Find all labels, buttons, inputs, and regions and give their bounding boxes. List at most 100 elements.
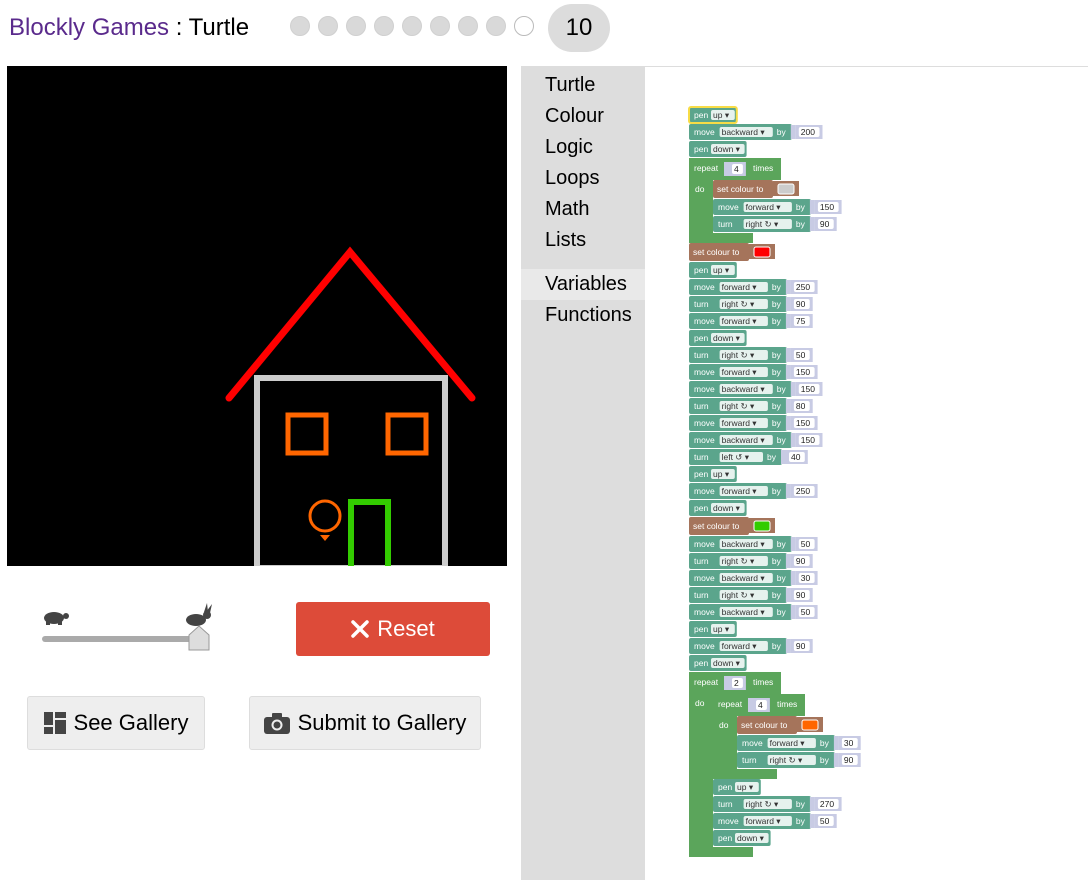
number-value: 50 <box>820 816 830 826</box>
block-workspace[interactable]: pen up ▾ move backward ▾ by 200 pen down ▾ repea… <box>645 66 1088 880</box>
number-value: 4 <box>758 700 763 710</box>
level-dot[interactable] <box>290 16 310 36</box>
pen-label: pen <box>718 782 732 792</box>
category-logic[interactable]: Logic <box>521 132 645 163</box>
number-value: 250 <box>796 486 810 496</box>
move-by-label: by <box>772 282 782 292</box>
category-math[interactable]: Math <box>521 194 645 225</box>
move-by-label: by <box>772 316 782 326</box>
move-label: move <box>694 384 715 394</box>
door <box>348 499 391 566</box>
number-value: 50 <box>801 539 811 549</box>
move-dropdown-label: forward ▾ <box>722 367 758 377</box>
see-gallery-button[interactable]: See Gallery <box>27 696 205 750</box>
level-dot[interactable] <box>402 16 422 36</box>
current-level-badge[interactable]: 10 <box>548 4 610 52</box>
title-separator: : <box>169 14 189 41</box>
level-selector: 10 <box>290 4 620 56</box>
pen-dropdown-label: up ▾ <box>737 782 754 792</box>
colour-swatch[interactable] <box>753 246 771 258</box>
pen-dropdown-label: up ▾ <box>713 265 730 275</box>
move-label: move <box>694 418 715 428</box>
move-by-label: by <box>772 367 782 377</box>
repeat-label: repeat <box>694 677 719 687</box>
turtle-heading <box>320 535 330 541</box>
colour-swatch[interactable] <box>753 520 771 532</box>
turn-dropdown-label: right ↻ ▾ <box>722 299 755 309</box>
move-label: move <box>694 573 715 583</box>
move-dropdown-label: backward ▾ <box>722 539 766 549</box>
level-dot[interactable] <box>430 16 450 36</box>
move-dropdown-label: forward ▾ <box>722 316 758 326</box>
move-label: move <box>718 202 739 212</box>
colour-swatch[interactable] <box>777 183 795 195</box>
pen-label: pen <box>694 503 708 513</box>
move-label: move <box>694 282 715 292</box>
turtle-canvas <box>7 66 507 571</box>
turtle-cursor <box>308 499 342 533</box>
level-dot[interactable] <box>458 16 478 36</box>
turn-label: turn <box>742 755 757 765</box>
toolbox: Turtle Colour Logic Loops Math Lists Var… <box>521 66 645 880</box>
move-by-label: by <box>772 486 782 496</box>
number-value: 270 <box>820 799 834 809</box>
pen-dropdown-label: down ▾ <box>713 144 741 154</box>
window-left <box>285 412 329 456</box>
pen-dropdown-label: down ▾ <box>737 833 765 843</box>
number-value: 50 <box>801 607 811 617</box>
move-label: move <box>694 539 715 549</box>
category-colour[interactable]: Colour <box>521 101 645 132</box>
window-right <box>385 412 429 456</box>
pen-dropdown-label: up ▾ <box>713 624 730 634</box>
level-dot[interactable] <box>346 16 366 36</box>
move-dropdown-label: backward ▾ <box>722 127 766 137</box>
level-dot[interactable] <box>514 16 534 36</box>
move-dropdown-label: forward ▾ <box>746 816 782 826</box>
level-dot[interactable] <box>318 16 338 36</box>
turn-label: turn <box>694 556 709 566</box>
move-dropdown-label: forward ▾ <box>746 202 782 212</box>
pen-label: pen <box>694 110 708 120</box>
reset-button[interactable]: Reset <box>296 602 490 656</box>
category-functions[interactable]: Functions <box>521 300 645 331</box>
level-dot[interactable] <box>486 16 506 36</box>
category-turtle[interactable]: Turtle <box>521 70 645 101</box>
speed-slider[interactable] <box>40 603 220 656</box>
close-icon <box>351 620 369 638</box>
turn-label: turn <box>718 799 733 809</box>
turn-by-label: by <box>772 401 782 411</box>
block-program[interactable]: pen up ▾ move backward ▾ by 200 pen down ▾ repea… <box>645 67 1088 881</box>
slider-track[interactable] <box>42 636 202 642</box>
number-value: 90 <box>844 755 854 765</box>
slider-handle[interactable] <box>186 625 212 656</box>
move-dropdown-label: forward ▾ <box>722 641 758 651</box>
move-by-label: by <box>777 607 787 617</box>
number-value: 250 <box>796 282 810 292</box>
submit-label: Submit to Gallery <box>297 710 467 735</box>
level-dot[interactable] <box>374 16 394 36</box>
number-value: 90 <box>796 299 806 309</box>
move-by-label: by <box>796 202 806 212</box>
turn-by-label: by <box>772 590 782 600</box>
number-value: 90 <box>796 590 806 600</box>
category-loops[interactable]: Loops <box>521 163 645 194</box>
category-variables[interactable]: Variables <box>521 269 645 300</box>
pen-label: pen <box>694 624 708 634</box>
submit-gallery-button[interactable]: Submit to Gallery <box>249 696 481 750</box>
turn-by-label: by <box>772 299 782 309</box>
turn-label: turn <box>694 590 709 600</box>
turn-dropdown-label: right ↻ ▾ <box>722 590 755 600</box>
colour-swatch[interactable] <box>801 719 819 731</box>
move-dropdown-label: backward ▾ <box>722 607 766 617</box>
number-value: 80 <box>796 401 806 411</box>
app-link[interactable]: Blockly Games <box>9 14 169 41</box>
move-label: move <box>694 367 715 377</box>
move-by-label: by <box>777 435 787 445</box>
turn-by-label: by <box>820 755 830 765</box>
move-label: move <box>694 486 715 496</box>
do-label: do <box>695 184 705 194</box>
gallery-label: See Gallery <box>73 710 189 735</box>
category-lists[interactable]: Lists <box>521 225 645 256</box>
reset-label: Reset <box>377 616 435 641</box>
move-by-label: by <box>820 738 830 748</box>
